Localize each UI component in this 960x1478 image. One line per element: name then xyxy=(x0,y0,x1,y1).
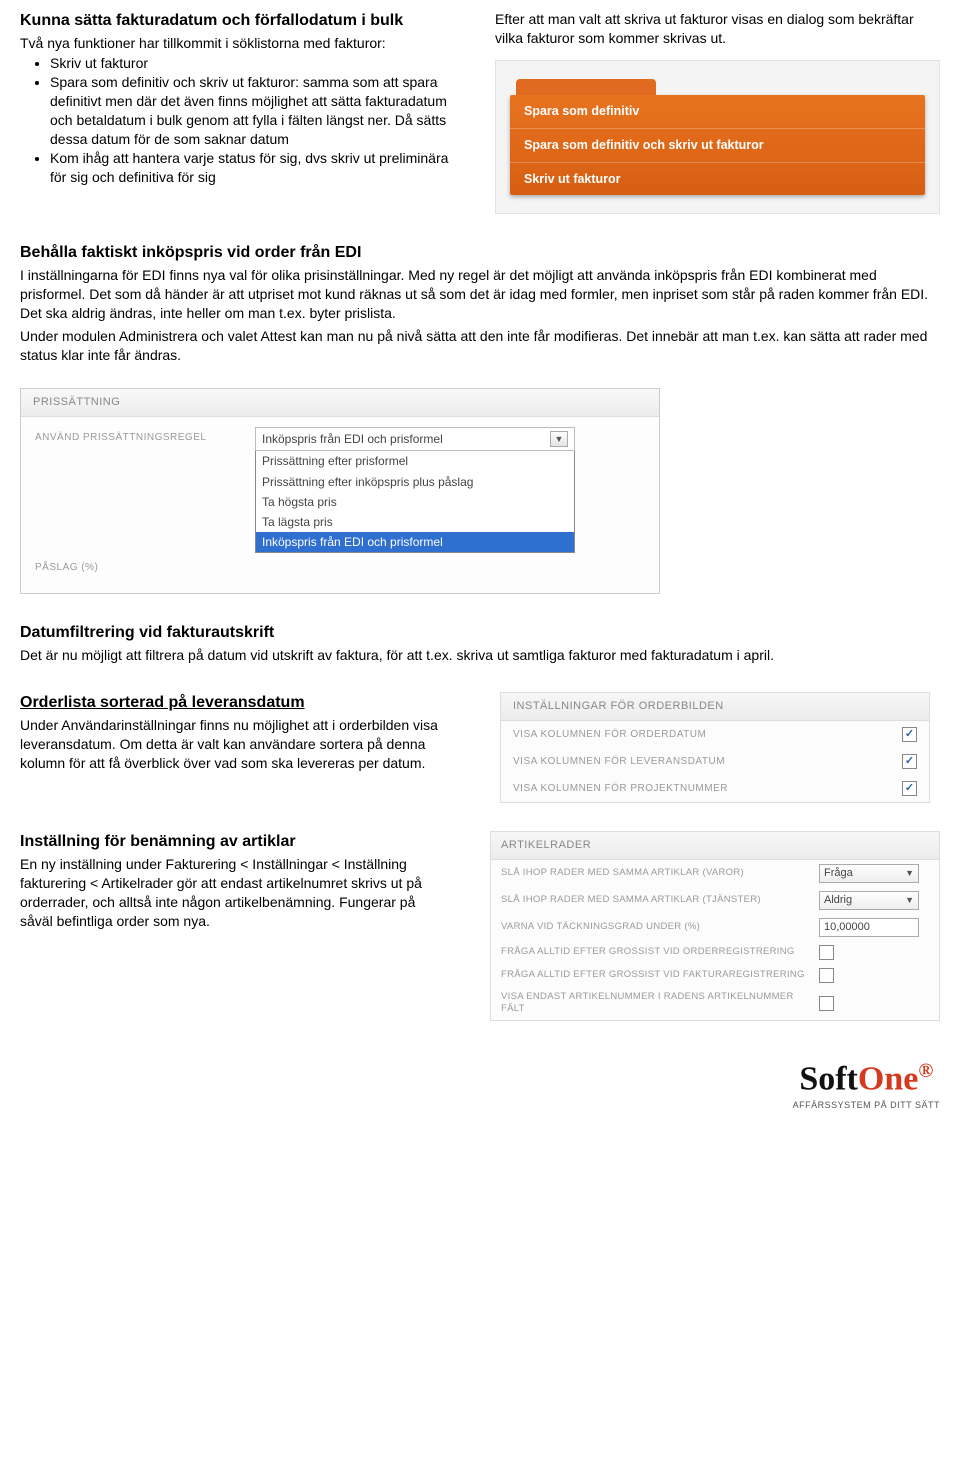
section-title: Inställning för benämning av artiklar xyxy=(20,831,450,853)
section-title: Datumfiltrering vid fakturautskrift xyxy=(20,622,940,644)
body-text: I inställningarna för EDI finns nya val … xyxy=(20,266,940,323)
section-title: Orderlista sorterad på leveransdatum xyxy=(20,692,460,714)
body-text: En ny inställning under Fakturering < In… xyxy=(20,855,450,931)
panel-header: PRISSÄTTNING xyxy=(21,389,659,417)
setting-label: SLÅ IHOP RADER MED SAMMA ARTIKLAR (VAROR… xyxy=(501,867,811,880)
menu-item-save-definitive[interactable]: Spara som definitiv xyxy=(510,95,925,129)
checkbox-ask-wholesaler-invoice[interactable] xyxy=(819,968,834,983)
feature-list: Skriv ut fakturor Spara som definitiv oc… xyxy=(20,54,465,186)
checkbox-show-deliverydate[interactable]: ✓ xyxy=(902,754,917,769)
panel-header: ARTIKELRADER xyxy=(491,832,939,860)
dropdown-option[interactable]: Prissättning efter prisformel xyxy=(256,451,574,471)
logo-text-a: Soft xyxy=(799,1061,858,1098)
menu-item-print-invoices[interactable]: Skriv ut fakturor xyxy=(510,163,925,196)
pricing-rule-dropdown[interactable]: Inköpspris från EDI och prisformel ▼ Pri… xyxy=(255,427,575,553)
order-view-settings-panel: INSTÄLLNINGAR FÖR ORDERBILDEN VISA KOLUM… xyxy=(500,692,930,803)
intro-text: Två nya funktioner har tillkommit i sökl… xyxy=(20,34,465,53)
setting-label: VISA KOLUMNEN FÖR ORDERDATUM xyxy=(513,728,706,742)
field-label: PÅSLAG (%) xyxy=(35,557,255,575)
logo-tagline: AFFÄRSSYSTEM PÅ DITT SÄTT xyxy=(793,1099,940,1111)
confirm-dialog-screenshot: Spara som definitiv Spara som definitiv … xyxy=(495,60,940,215)
panel-header: INSTÄLLNINGAR FÖR ORDERBILDEN xyxy=(501,693,929,721)
dropdown-option-selected[interactable]: Inköpspris från EDI och prisformel xyxy=(256,532,574,552)
section-title: Kunna sätta fakturadatum och förfallodat… xyxy=(20,10,465,32)
pricing-settings-panel: PRISSÄTTNING ANVÄND PRISSÄTTNINGSREGEL I… xyxy=(20,388,660,593)
dropdown-arrow-icon: ▼ xyxy=(905,894,914,906)
checkbox-ask-wholesaler-order[interactable] xyxy=(819,945,834,960)
setting-label: VARNA VID TÄCKNINGSGRAD UNDER (%) xyxy=(501,921,811,934)
dropdown-arrow-icon: ▼ xyxy=(905,867,914,879)
list-item: Spara som definitiv och skriv ut fakturo… xyxy=(50,73,465,149)
list-item: Skriv ut fakturor xyxy=(50,54,465,73)
setting-label: VISA KOLUMNEN FÖR PROJEKTNUMMER xyxy=(513,782,728,796)
softone-logo: SoftOne® AFFÄRSSYSTEM PÅ DITT SÄTT xyxy=(793,1061,940,1110)
margin-warning-input[interactable]: 10,00000 xyxy=(819,918,919,937)
dropdown-option[interactable]: Prissättning efter inköpspris plus påsla… xyxy=(256,472,574,492)
checkbox-show-orderdate[interactable]: ✓ xyxy=(902,727,917,742)
logo-text-b: One xyxy=(858,1061,918,1098)
field-label: ANVÄND PRISSÄTTNINGSREGEL xyxy=(35,427,255,445)
dropdown-option[interactable]: Ta högsta pris xyxy=(256,492,574,512)
checkbox-show-only-article-number[interactable] xyxy=(819,996,834,1011)
merge-services-select[interactable]: Aldrig ▼ xyxy=(819,891,919,910)
body-text: Under modulen Administrera och valet Att… xyxy=(20,327,940,365)
article-rows-settings-panel: ARTIKELRADER SLÅ IHOP RADER MED SAMMA AR… xyxy=(490,831,940,1021)
setting-label: VISA KOLUMNEN FÖR LEVERANSDATUM xyxy=(513,755,725,769)
dropdown-options: Prissättning efter prisformel Prissättni… xyxy=(255,451,575,553)
setting-label: FRÅGA ALLTID EFTER GROSSIST VID ORDERREG… xyxy=(501,946,811,959)
list-item: Kom ihåg att hantera varje status för si… xyxy=(50,149,465,187)
section-title: Behålla faktiskt inköpspris vid order fr… xyxy=(20,242,940,264)
body-text: Under Användarinställningar finns nu möj… xyxy=(20,716,460,773)
action-menu: Spara som definitiv Spara som definitiv … xyxy=(510,95,925,196)
setting-label: VISA ENDAST ARTIKELNUMMER I RADENS ARTIK… xyxy=(501,991,811,1017)
checkbox-show-projectnumber[interactable]: ✓ xyxy=(902,781,917,796)
dropdown-arrow-icon[interactable]: ▼ xyxy=(550,431,568,447)
select-value: Aldrig xyxy=(824,893,852,908)
dialog-description: Efter att man valt att skriva ut fakturo… xyxy=(495,10,940,48)
dropdown-option[interactable]: Ta lägsta pris xyxy=(256,512,574,532)
dropdown-selected: Inköpspris från EDI och prisformel xyxy=(262,431,443,447)
setting-label: SLÅ IHOP RADER MED SAMMA ARTIKLAR (TJÄNS… xyxy=(501,894,811,907)
setting-label: FRÅGA ALLTID EFTER GROSSIST VID FAKTURAR… xyxy=(501,969,811,982)
merge-goods-select[interactable]: Fråga ▼ xyxy=(819,864,919,883)
select-value: Fråga xyxy=(824,866,853,881)
body-text: Det är nu möjligt att filtrera på datum … xyxy=(20,646,940,665)
menu-item-save-and-print[interactable]: Spara som definitiv och skriv ut fakturo… xyxy=(510,129,925,163)
